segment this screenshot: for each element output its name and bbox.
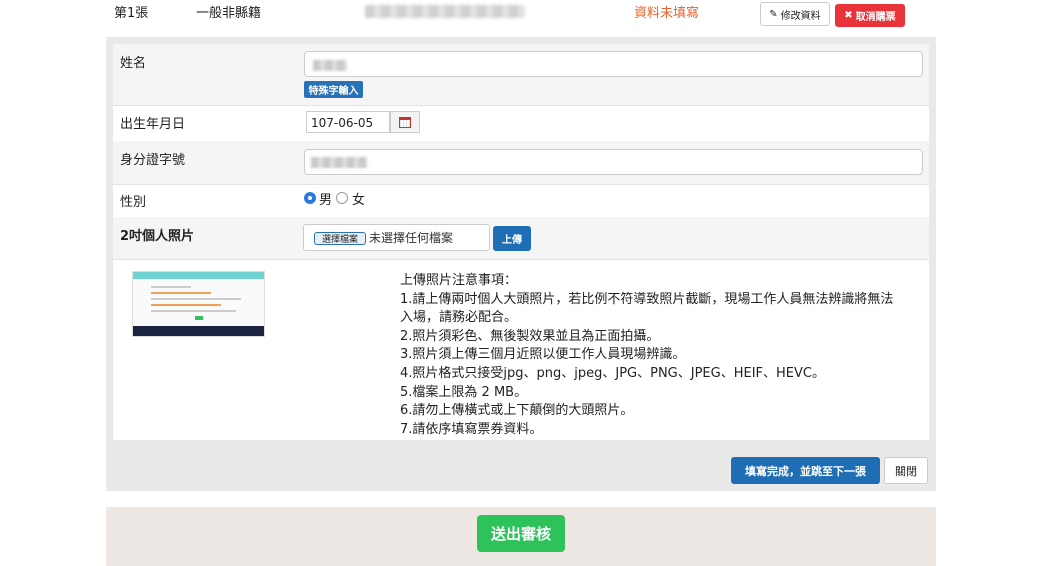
gender-female-label: 女 bbox=[352, 193, 366, 208]
pencil-icon: ✎ bbox=[769, 8, 778, 20]
row-gender: 性別 男 女 bbox=[113, 184, 929, 218]
redacted-id-value bbox=[311, 157, 367, 168]
ticket-form-panel: 姓名 特殊字輸入 出生年月日 107-06-05 身分證字號 性別 男 女 2吋… bbox=[106, 37, 936, 491]
upload-button[interactable]: 上傳 bbox=[493, 226, 531, 251]
photo-label: 2吋個人照片 bbox=[120, 229, 195, 244]
ticket-number: 第1張 bbox=[114, 6, 149, 21]
edit-button-label: 修改資料 bbox=[780, 10, 821, 22]
note-line: 4.照片格式只接受jpg、png、jpeg、JPG、PNG、JPEG、HEIF、… bbox=[400, 365, 825, 381]
close-button[interactable]: 關閉 bbox=[884, 457, 928, 484]
cancel-ticket-button[interactable]: ✖ 取消購票 bbox=[835, 4, 905, 27]
next-ticket-button[interactable]: 填寫完成，並跳至下一張 bbox=[731, 457, 880, 484]
note-line: 6.請勿上傳橫式或上下顛倒的大頭照片。 bbox=[400, 403, 634, 419]
edit-button[interactable]: ✎ 修改資料 bbox=[760, 2, 830, 26]
file-input[interactable]: 選擇檔案 未選擇任何檔案 bbox=[303, 224, 490, 251]
note-line: 3.照片須上傳三個月近照以便工作人員現場辨識。 bbox=[400, 347, 686, 363]
gender-female-radio[interactable] bbox=[336, 192, 348, 204]
name-input[interactable] bbox=[304, 51, 923, 77]
status-badge: 資料未填寫 bbox=[634, 6, 700, 21]
row-photo-notes: 上傳照片注意事項： 1.請上傳兩吋個人大頭照片，若比例不符導致照片截斷，現場工作… bbox=[113, 259, 929, 440]
redacted-holder-name bbox=[365, 5, 525, 18]
gender-male-label: 男 bbox=[319, 193, 333, 208]
row-photo: 2吋個人照片 選擇檔案 未選擇任何檔案 上傳 bbox=[113, 217, 929, 260]
id-number-input[interactable] bbox=[304, 149, 923, 175]
id-number-label: 身分證字號 bbox=[120, 153, 186, 168]
note-line: 上傳照片注意事項： bbox=[400, 273, 518, 288]
ticket-header: 第1張 一般非縣籍 資料未填寫 ✎ 修改資料 ✖ 取消購票 bbox=[0, 0, 1042, 32]
calendar-button[interactable] bbox=[390, 111, 420, 133]
name-label: 姓名 bbox=[120, 56, 147, 71]
submit-review-button[interactable]: 送出審核 bbox=[477, 515, 565, 552]
submit-bar: 送出審核 bbox=[106, 507, 936, 566]
redacted-name-value bbox=[313, 60, 347, 71]
note-line: 2.照片須彩色、無後製效果並且為正面拍攝。 bbox=[400, 328, 660, 344]
note-line: 5.檔案上限為 2 MB。 bbox=[400, 384, 528, 400]
choose-file-button[interactable]: 選擇檔案 bbox=[314, 232, 366, 245]
gender-male-radio[interactable] bbox=[304, 192, 316, 204]
note-line: 入場，請務必配合。 bbox=[400, 310, 518, 326]
gender-label: 性別 bbox=[120, 195, 147, 210]
ticket-type: 一般非縣籍 bbox=[196, 6, 262, 21]
special-char-button[interactable]: 特殊字輸入 bbox=[304, 81, 363, 98]
calendar-icon bbox=[399, 116, 411, 128]
birthdate-label: 出生年月日 bbox=[120, 117, 186, 132]
close-icon: ✖ bbox=[844, 10, 853, 21]
file-status: 未選擇任何檔案 bbox=[369, 231, 454, 245]
note-line: 1.請上傳兩吋個人大頭照片，若比例不符導致照片截斷，現場工作人員無法辨識將無法 bbox=[400, 291, 894, 307]
row-id-number: 身分證字號 bbox=[113, 141, 929, 185]
birthdate-input[interactable]: 107-06-05 bbox=[306, 111, 390, 133]
example-screenshot-image bbox=[132, 271, 265, 337]
note-line: 7.請依序填寫票券資料。 bbox=[400, 421, 543, 437]
row-birthdate: 出生年月日 107-06-05 bbox=[113, 105, 929, 142]
row-name: 姓名 特殊字輸入 bbox=[113, 44, 929, 106]
attendee-form: 姓名 特殊字輸入 出生年月日 107-06-05 身分證字號 性別 男 女 2吋… bbox=[113, 44, 929, 440]
photo-upload-notes: 上傳照片注意事項： 1.請上傳兩吋個人大頭照片，若比例不符導致照片截斷，現場工作… bbox=[400, 272, 920, 439]
cancel-ticket-label: 取消購票 bbox=[855, 12, 896, 23]
